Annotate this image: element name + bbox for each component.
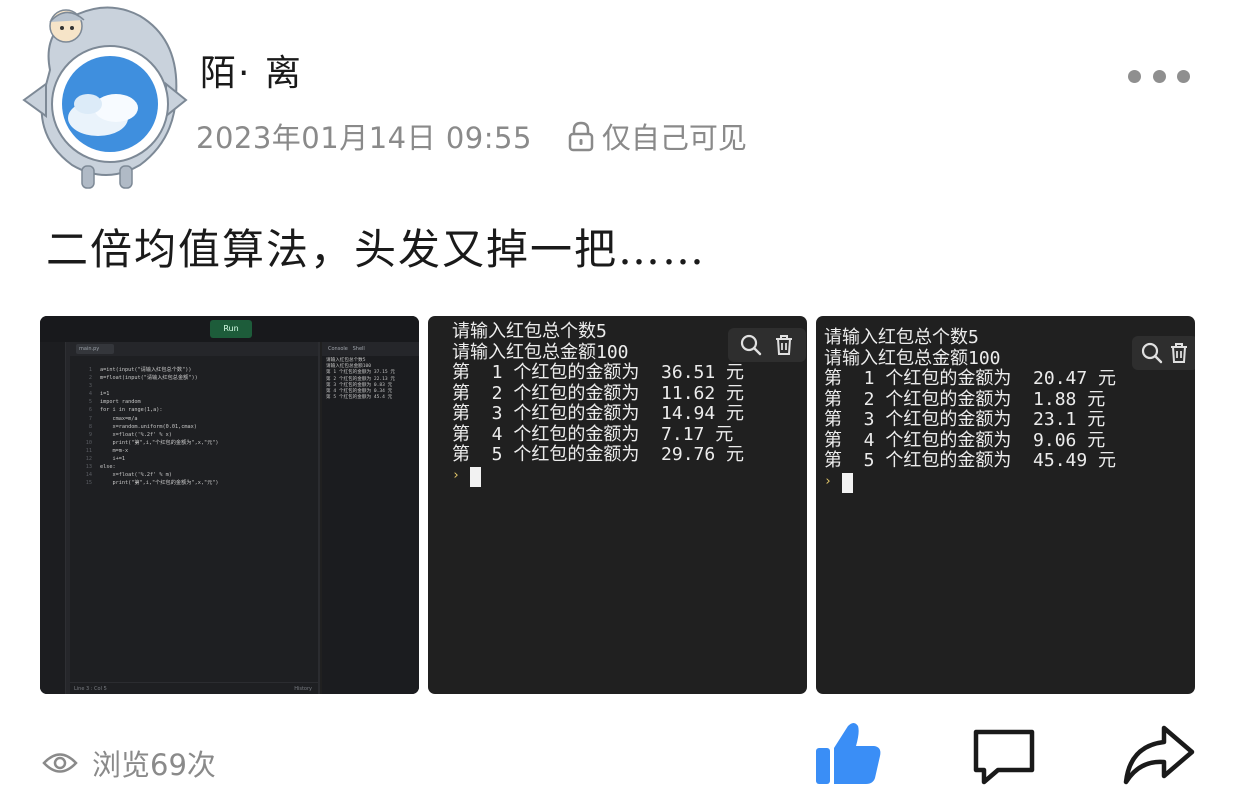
console-line: 第 1 个红包的金额为 36.51 元 — [452, 362, 745, 383]
code-line: 3 — [88, 383, 92, 390]
console-line: 第 5 个红包的金额为 45.4 元 — [326, 395, 393, 401]
console-tabs: Console Shell — [322, 342, 419, 356]
post-time: 2023年01月14日 09:55 — [196, 121, 532, 155]
console-line: 第 2 个红包的金额为 1.88 元 — [824, 388, 1106, 410]
console-line: 第 3 个红包的金额为 14.94 元 — [452, 403, 745, 424]
thumbs-up-icon — [816, 723, 881, 784]
console-toolbar — [1132, 336, 1195, 370]
prompt-line: › — [824, 472, 1116, 494]
ide-sidebar — [40, 342, 66, 694]
code-line: 13 else: — [85, 464, 116, 471]
image-thumbnail-console-a[interactable]: 请输入红包总个数5 请输入红包总金额100 第 1 个红包的金额为 36.51 元第… — [428, 316, 807, 694]
console-line: 第 4 个红包的金额为 9.06 元 — [824, 429, 1106, 451]
code-line: 5 import random — [88, 399, 141, 406]
code-line: 8 x=random.uniform(0.01,cmax) — [88, 423, 197, 430]
more-dots-icon[interactable] — [1128, 66, 1190, 86]
share-icon — [1123, 725, 1195, 785]
run-button: Run — [210, 320, 252, 338]
code-line: 12 i+=1 — [85, 456, 125, 463]
console-line: 第 2 个红包的金额为 22.13 元 — [326, 376, 396, 382]
console-line: 第 5 个红包的金额为 45.49 元 — [824, 450, 1117, 471]
code-line: 9 x=float('%.2f' % x) — [88, 431, 172, 438]
code-line: 15 print("第",i,"个红包的金额为",x,"元") — [85, 480, 219, 487]
ide-toolbar: Run — [40, 316, 419, 342]
privacy-indicator: 仅自己可见 — [566, 115, 747, 157]
code-line: 4 i=1 — [88, 391, 110, 398]
console-line: 第 1 个红包的金额为 37.15 元 — [326, 370, 396, 376]
console-output: 请输入红包总个数5 请输入红包总金额100 第 1 个红包的金额为 20.47 元第… — [824, 327, 1117, 494]
post-meta: 2023年01月14日 09:55 仅自己可见 — [196, 115, 747, 157]
console-line: 第 4 个红包的金额为 7.17 元 — [452, 423, 734, 445]
author-name[interactable]: 陌· 离 — [200, 44, 303, 96]
search-icon[interactable] — [739, 333, 763, 357]
trash-icon[interactable] — [773, 333, 795, 357]
console-line: 请输入红包总金额100 — [452, 341, 629, 363]
lock-icon — [568, 121, 594, 152]
view-count: 浏览69次 — [42, 742, 216, 784]
code-line: 10 print("第",i,"个红包的金额为",x,"元") — [85, 439, 219, 446]
image-thumbnail-console-b[interactable]: 请输入红包总个数5 请输入红包总金额100 第 1 个红包的金额为 20.47 元第… — [816, 316, 1195, 694]
trash-icon[interactable] — [1168, 341, 1190, 365]
search-icon[interactable] — [1140, 341, 1164, 365]
views-label: 浏览69次 — [92, 748, 216, 782]
text-cursor — [841, 472, 853, 493]
code-line: 14 x=float('%.2f' % m) — [85, 472, 172, 479]
prompt-icon: › — [452, 468, 460, 484]
privacy-label: 仅自己可见 — [601, 121, 747, 155]
code-line: 2 m=float(input("请输入红包总金额")) — [88, 375, 198, 382]
console-line: 第 3 个红包的金额为 23.1 元 — [824, 409, 1106, 430]
prompt-line: › — [452, 466, 744, 488]
code-line: 11 m=m-x — [85, 447, 129, 454]
code-editor: main.py 1 a=int(input("请输入红包总个数")) 2 m=floa… — [70, 342, 320, 694]
console-output: 请输入红包总个数5 请输入红包总金额100 第 1 个红包的金额为 37.15 元第… — [326, 358, 395, 401]
ide-console: Console Shell 请输入红包总个数5 请输入红包总金额100 第 1 个红… — [322, 342, 419, 694]
editor-tab: main.py — [76, 344, 114, 354]
console-line: 请输入红包总个数5 — [824, 327, 979, 348]
share-button[interactable] — [1122, 722, 1196, 792]
post-text: 二倍均值算法，头发又掉一把…… — [46, 225, 707, 274]
console-line: 第 5 个红包的金额为 29.76 元 — [452, 444, 745, 465]
eye-icon — [42, 753, 78, 773]
console-line: 第 2 个红包的金额为 11.62 元 — [452, 382, 745, 404]
console-line: 请输入红包总个数5 — [452, 321, 607, 342]
code-line: 1 a=int(input("请输入红包总个数")) — [88, 367, 192, 373]
code-line: 6 for i in range(1,a): — [88, 407, 163, 414]
text-cursor — [469, 466, 481, 487]
like-button[interactable] — [812, 720, 884, 792]
code-lines: 1 a=int(input("请输入红包总个数")) 2 m=float(input(… — [74, 366, 314, 487]
console-line: 第 1 个红包的金额为 20.47 元 — [824, 368, 1117, 389]
image-thumbnail-ide[interactable]: Run main.py 1 a=int(input("请输入红包总个数")) 2 m=… — [40, 316, 419, 694]
comment-button[interactable] — [970, 726, 1038, 792]
console-line: 请输入红包总金额100 — [824, 347, 1001, 369]
comment-icon — [973, 729, 1035, 785]
code-line: 7 cmax=m/a — [88, 415, 138, 422]
prompt-icon: › — [824, 474, 832, 490]
editor-status: Line 3 : Col 5 History — [70, 682, 318, 694]
avatar[interactable] — [20, 0, 192, 196]
console-toolbar — [728, 328, 806, 362]
console-output: 请输入红包总个数5 请输入红包总金额100 第 1 个红包的金额为 36.51 元第… — [452, 321, 745, 488]
